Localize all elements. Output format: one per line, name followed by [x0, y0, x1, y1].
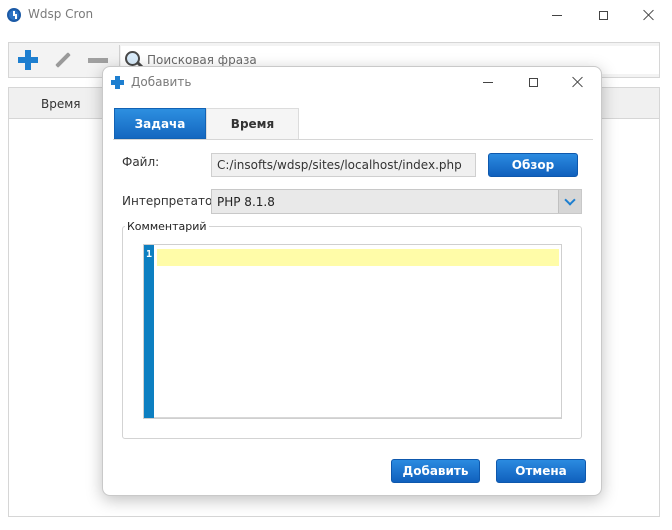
chevron-down-icon: [564, 193, 576, 206]
editor-scrollbar-track: [154, 417, 561, 418]
main-titlebar: Wdsp Cron: [0, 0, 672, 30]
window-title: Wdsp Cron: [28, 7, 94, 21]
comment-editor[interactable]: 1: [143, 244, 562, 419]
close-icon: [643, 9, 655, 21]
add-task-button[interactable]: [13, 47, 43, 73]
column-header-time[interactable]: Время: [41, 97, 81, 111]
line-number-gutter: 1: [144, 245, 154, 418]
close-button[interactable]: [626, 0, 672, 30]
minimize-icon: [552, 14, 562, 16]
interpreter-select[interactable]: PHP 8.1.8: [211, 189, 582, 214]
dialog-minimize-button[interactable]: [465, 67, 511, 97]
tab-task[interactable]: Задача: [114, 108, 206, 139]
clock-icon: [7, 8, 21, 22]
dialog-close-button[interactable]: [555, 67, 601, 97]
maximize-button[interactable]: [580, 0, 626, 30]
comment-label: Комментарий: [125, 220, 209, 233]
cancel-button[interactable]: Отмена: [496, 459, 586, 483]
minimize-button[interactable]: [534, 0, 580, 30]
minus-icon: [88, 57, 108, 63]
interpreter-label: Интерпретатор:: [122, 194, 224, 208]
add-button[interactable]: Добавить: [391, 459, 480, 483]
maximize-icon: [528, 77, 538, 87]
current-line-highlight: [157, 249, 559, 266]
browse-button[interactable]: Обзор: [488, 153, 578, 177]
pencil-icon: [55, 52, 71, 68]
maximize-icon: [598, 10, 608, 20]
tab-time[interactable]: Время: [206, 108, 299, 139]
line-number: 1: [146, 249, 153, 260]
edit-task-button[interactable]: [48, 47, 78, 73]
dialog-maximize-button[interactable]: [510, 67, 556, 97]
tabs-divider: [113, 139, 593, 140]
minimize-icon: [483, 81, 493, 83]
close-icon: [572, 76, 584, 88]
dialog-title: Добавить: [131, 75, 192, 89]
add-task-dialog: Добавить Задача Время Файл: C:/insofts/w…: [102, 66, 602, 496]
dropdown-arrow[interactable]: [558, 190, 581, 213]
search-icon: [125, 51, 140, 66]
plus-icon: [18, 50, 38, 70]
file-path-field[interactable]: C:/insofts/wdsp/sites/localhost/index.ph…: [211, 153, 476, 177]
plus-icon: [111, 76, 124, 89]
interpreter-selected-value: PHP 8.1.8: [217, 195, 275, 209]
file-label: Файл:: [122, 155, 160, 169]
